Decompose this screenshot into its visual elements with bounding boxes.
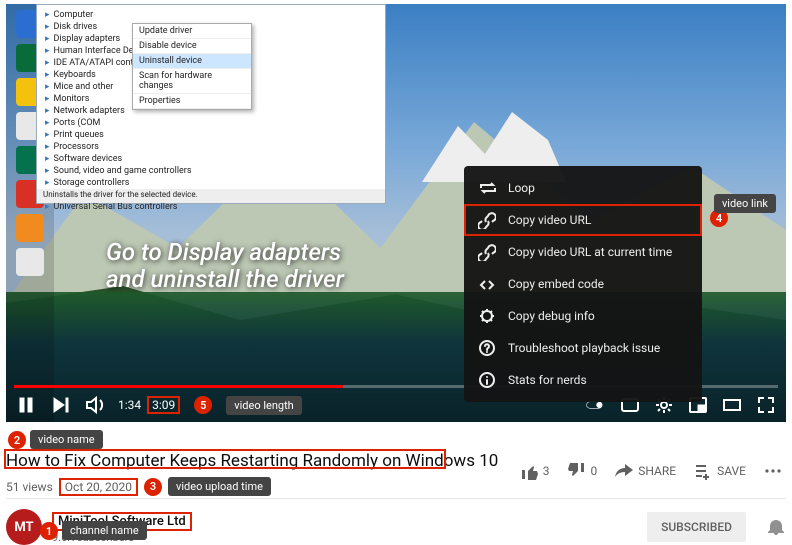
video-actions: 3 0 SHARE SAVE bbox=[520, 462, 782, 480]
next-icon[interactable] bbox=[50, 395, 70, 415]
fullscreen-icon[interactable] bbox=[756, 395, 776, 415]
annotation-marker-3: 3 bbox=[144, 478, 162, 496]
annotation-marker-1: 1 bbox=[40, 522, 58, 540]
ctx-copy-url[interactable]: Copy video URL 4 bbox=[464, 204, 702, 236]
ctx-label: Stats for nerds bbox=[508, 373, 587, 387]
annotation-label-2: video name bbox=[30, 430, 103, 449]
theater-icon[interactable] bbox=[722, 395, 742, 415]
channel-avatar[interactable]: MT bbox=[6, 509, 42, 545]
like-button[interactable]: 3 bbox=[520, 462, 550, 480]
subscribe-button[interactable]: SUBSCRIBED bbox=[647, 512, 746, 542]
pause-icon[interactable] bbox=[16, 395, 36, 415]
ctx-label: Loop bbox=[508, 181, 535, 195]
annotation-label-3: video upload time bbox=[168, 477, 271, 496]
more-icon bbox=[764, 462, 782, 480]
ctx-copy-url-time[interactable]: Copy video URL at current time bbox=[464, 236, 702, 268]
annotation-label-5: video length bbox=[226, 396, 301, 415]
ctx-label: Copy video URL bbox=[508, 213, 591, 227]
share-button[interactable]: SHARE bbox=[615, 462, 676, 480]
annotation-label-4: video link bbox=[714, 194, 776, 213]
video-player[interactable]: ComputerDisk drives Display adaptersHuma… bbox=[6, 4, 786, 422]
ctx-loop[interactable]: Loop bbox=[464, 172, 702, 204]
share-icon bbox=[615, 462, 633, 480]
bug-icon bbox=[478, 307, 496, 325]
dislike-button[interactable]: 0 bbox=[568, 462, 598, 480]
info-icon bbox=[478, 371, 496, 389]
bell-icon[interactable] bbox=[766, 517, 786, 537]
more-button[interactable] bbox=[764, 462, 782, 480]
thumb-down-icon bbox=[568, 462, 586, 480]
ctx-copy-debug[interactable]: Copy debug info bbox=[464, 300, 702, 332]
ctx-label: Copy debug info bbox=[508, 309, 595, 323]
ctx-label: Troubleshoot playback issue bbox=[508, 341, 660, 355]
annotation-marker-2: 2 bbox=[8, 431, 26, 449]
ctx-stats[interactable]: Stats for nerds bbox=[464, 364, 702, 396]
time-display: 1:34 3:09 bbox=[118, 396, 180, 414]
help-icon bbox=[478, 339, 496, 357]
loop-icon bbox=[478, 179, 496, 197]
ctx-label: Copy embed code bbox=[508, 277, 604, 291]
annotation-label-1: channel name bbox=[62, 521, 147, 540]
device-manager-window: ComputerDisk drives Display adaptersHuma… bbox=[36, 4, 386, 204]
ctx-troubleshoot[interactable]: Troubleshoot playback issue bbox=[464, 332, 702, 364]
volume-icon[interactable] bbox=[84, 395, 104, 415]
annotation-marker-5: 5 bbox=[194, 396, 212, 414]
save-icon bbox=[694, 462, 712, 480]
ctx-label: Copy video URL at current time bbox=[508, 245, 672, 259]
link-icon bbox=[478, 243, 496, 261]
save-button[interactable]: SAVE bbox=[694, 462, 746, 480]
devmgr-context-menu: Update driverDisable device Uninstall de… bbox=[132, 23, 252, 110]
video-caption: Go to Display adaptersand uninstall the … bbox=[106, 239, 344, 294]
code-icon bbox=[478, 275, 496, 293]
upload-date: Oct 20, 2020 bbox=[59, 478, 138, 496]
duration-box: 3:09 bbox=[147, 396, 180, 414]
thumb-up-icon bbox=[520, 462, 538, 480]
player-context-menu: Loop Copy video URL 4 Copy video URL at … bbox=[464, 166, 702, 402]
ctx-copy-embed[interactable]: Copy embed code bbox=[464, 268, 702, 300]
link-icon bbox=[478, 211, 496, 229]
